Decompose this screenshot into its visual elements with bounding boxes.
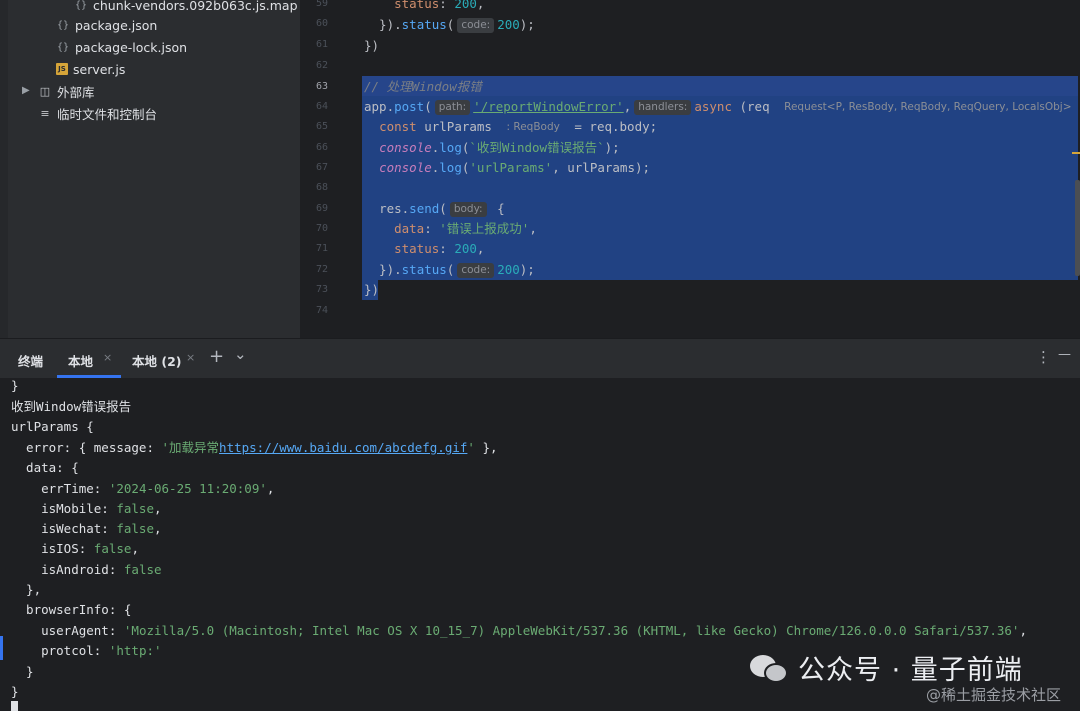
terminal-line: userAgent: 'Mozilla/5.0 (Macintosh; Inte… (11, 623, 1027, 638)
line-number: 64 (315, 101, 328, 112)
terminal-line: } (11, 664, 34, 679)
line-number: 61 (315, 39, 328, 50)
line-number: 62 (315, 60, 328, 71)
project-tree-panel: {} chunk-vendors.092b063c.js.map {} pack… (0, 0, 300, 338)
terminal-line: error: { message: '加载异常https://www.baidu… (11, 440, 498, 455)
tree-item-label: package-lock.json (75, 39, 188, 55)
tree-item-label: 临时文件和控制台 (57, 106, 158, 122)
code-line: status: 200, (394, 0, 485, 11)
terminal-cursor (11, 701, 18, 711)
watermark: 公众号 · 量子前端 (750, 648, 1023, 687)
line-number: 72 (315, 264, 328, 275)
inlay-hint: Request<P, ResBody, ReqBody, ReqQuery, L… (784, 101, 1072, 113)
terminal-line: isWechat: false, (11, 521, 162, 536)
line-number: 59 (315, 0, 328, 9)
code-line: const urlParams : ReqBody = req.body; (379, 119, 658, 134)
tab-local-2[interactable]: 本地 (2) (132, 351, 181, 370)
add-tab-icon[interactable]: + (209, 346, 224, 367)
code-line: data: '错误上报成功', (394, 221, 537, 236)
code-line: }) (364, 282, 380, 297)
line-number: 67 (315, 162, 328, 173)
line-number: 70 (315, 223, 328, 234)
tree-item-label: 外部库 (57, 84, 95, 100)
inlay-hint: code: (457, 18, 495, 33)
code-line: console.log('urlParams', urlParams); (379, 160, 651, 175)
line-number: 65 (315, 121, 328, 132)
code-line: }) (364, 38, 380, 53)
code-editor[interactable]: 59 60 61 62 63 64 65 66 67 68 69 70 71 7… (300, 0, 1080, 338)
wechat-icon (750, 653, 788, 683)
line-number: 66 (315, 142, 328, 153)
tree-item-label: chunk-vendors.092b063c.js.map (93, 0, 298, 13)
terminal-line: browserInfo: { (11, 602, 132, 617)
terminal-line: isIOS: false, (11, 541, 139, 556)
inlay-hint: body: (449, 202, 487, 217)
tree-item-label: package.json (75, 17, 158, 33)
watermark-subtext: @稀土掘金技术社区 (926, 686, 1062, 704)
minimize-icon[interactable]: — (1058, 347, 1071, 362)
tree-item-scratches[interactable]: ≡ 临时文件和控制台 (38, 102, 157, 124)
terminal-line: isAndroid: false (11, 562, 162, 577)
inlay-hint: : ReqBody (506, 121, 560, 133)
line-number-gutter: 59 60 61 62 63 64 65 66 67 68 69 70 71 7… (300, 0, 362, 338)
chevron-down-icon[interactable]: ⌄ (234, 345, 247, 363)
line-number: 71 (315, 243, 328, 254)
terminal-line: protcol: 'http:' (11, 643, 162, 658)
json-braces-icon: {} (56, 19, 70, 31)
terminal-line: urlParams { (11, 419, 94, 434)
json-braces-icon: {} (74, 0, 88, 11)
code-line: res.send(body: { (379, 201, 505, 217)
terminal-line: } (11, 684, 19, 699)
watermark-text: 公众号 · 量子前端 (798, 655, 1023, 686)
editor-scrollbar[interactable] (1075, 180, 1080, 276)
terminal-line: } (11, 378, 19, 393)
line-number: 69 (315, 203, 328, 214)
terminal-line: }, (11, 582, 42, 597)
js-file-icon: JS (56, 63, 68, 75)
terminal-line: errTime: '2024-06-25 11:20:09', (11, 481, 275, 496)
chevron-right-icon[interactable]: ▶ (22, 85, 30, 96)
terminal-line: isMobile: false, (11, 501, 162, 516)
tree-item-label: server.js (73, 61, 126, 77)
terminal-line: data: { (11, 460, 79, 475)
code-line: }).status(code: 200); (364, 262, 535, 278)
terminal-gutter-marker (0, 636, 3, 660)
line-number: 68 (315, 182, 328, 193)
scratch-icon: ≡ (40, 106, 50, 120)
inlay-hint: code: (457, 263, 495, 278)
close-icon[interactable]: × (103, 351, 112, 364)
tree-item-external-libraries[interactable]: ◫ 外部库 (38, 80, 95, 102)
tree-item-package-lock-json[interactable]: {} package-lock.json (56, 36, 187, 58)
warning-marker[interactable] (1072, 152, 1080, 154)
line-number-current: 63 (315, 81, 328, 92)
terminal-toolbar: 终端 本地 × 本地 (2) × + ⌄ ⋮ — (0, 338, 1080, 378)
library-icon: ◫ (39, 84, 51, 98)
tree-item-server-js[interactable]: JS server.js (56, 58, 125, 80)
line-number: 73 (315, 284, 328, 295)
code-line: app.post(path: '/reportWindowError', handl… (364, 97, 1079, 117)
code-line: // 处理Window报错 (364, 79, 482, 94)
more-options-icon[interactable]: ⋮ (1036, 348, 1051, 366)
code-line: }).status(code: 200); (364, 17, 535, 33)
line-number: 60 (315, 18, 328, 29)
tree-item-package-json[interactable]: {} package.json (56, 14, 157, 36)
url-link[interactable]: https://www.baidu.com/abcdefg.gif (219, 440, 467, 455)
json-braces-icon: {} (56, 41, 70, 53)
tab-local[interactable]: 本地 (68, 351, 93, 370)
inlay-hint: path: (434, 100, 471, 115)
code-line: console.log(`收到Window错误报告`); (379, 140, 620, 155)
code-line: status: 200, (394, 241, 485, 256)
terminal-title: 终端 (18, 354, 44, 369)
close-icon[interactable]: × (186, 351, 195, 364)
terminal-line: 收到Window错误报告 (11, 399, 132, 414)
tool-window-strip (0, 0, 8, 338)
line-number: 74 (315, 305, 328, 316)
inlay-hint: handlers: (634, 100, 692, 115)
